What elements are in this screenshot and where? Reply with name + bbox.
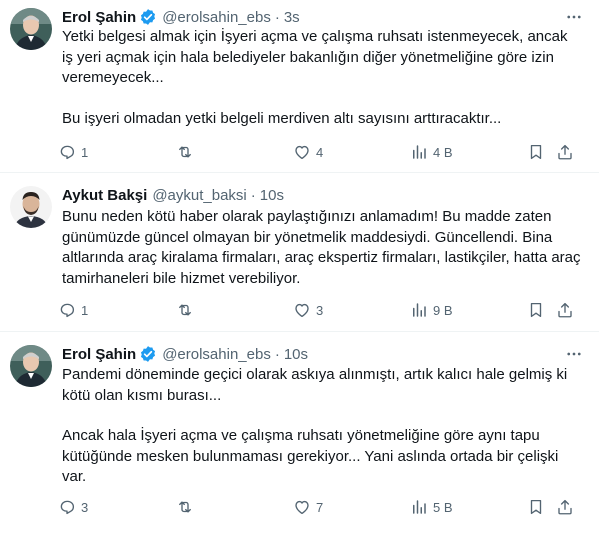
reply-button[interactable]: 1 [58, 141, 88, 163]
more-icon[interactable] [565, 345, 583, 363]
like-count: 3 [316, 302, 324, 318]
avatar-erol-sahin[interactable] [10, 345, 52, 387]
timestamp[interactable]: 10s [260, 187, 284, 204]
separator-dot: · [274, 8, 280, 26]
retweet-button[interactable] [176, 141, 199, 163]
like-button[interactable]: 7 [293, 496, 323, 518]
reply-icon [60, 303, 75, 318]
author-handle[interactable]: @aykut_baksi [152, 187, 246, 204]
avatar-aykut-baksi[interactable] [10, 186, 52, 228]
reply-button[interactable]: 1 [58, 299, 88, 321]
author-name[interactable]: Erol Şahin [62, 346, 136, 363]
verified-badge-icon [139, 345, 157, 363]
retweet-icon [179, 304, 191, 316]
tweet-1[interactable]: Erol Şahin @erolsahin_ebs · 3s Yetki bel… [0, 6, 599, 170]
tweet-divider [0, 331, 599, 332]
share-button[interactable] [556, 299, 574, 321]
author-handle[interactable]: @erolsahin_ebs [162, 346, 271, 363]
tweet-paragraph: Ancak hala İşyeri açma ve çalışma ruhsat… [62, 427, 559, 485]
retweet-icon [179, 501, 191, 513]
author-name[interactable]: Aykut Bakşi [62, 187, 147, 204]
share-button[interactable] [556, 496, 574, 518]
tweet-3[interactable]: Erol Şahin @erolsahin_ebs · 10s Pandemi … [0, 343, 599, 533]
verified-badge-icon [139, 8, 157, 26]
author-handle[interactable]: @erolsahin_ebs [162, 9, 271, 26]
bookmark-icon [530, 144, 542, 160]
author-name[interactable]: Erol Şahin [62, 9, 136, 26]
views-icon [413, 500, 426, 514]
bookmark-button[interactable] [527, 496, 545, 518]
like-count: 4 [316, 144, 324, 160]
bookmark-icon [530, 499, 542, 515]
views-icon [413, 145, 426, 159]
retweet-icon [179, 146, 191, 158]
like-button[interactable]: 3 [293, 299, 323, 321]
views-button[interactable]: 4 B [410, 141, 453, 163]
share-icon [558, 302, 572, 318]
like-count: 7 [316, 499, 324, 515]
bookmark-icon [530, 302, 542, 318]
like-icon [295, 145, 309, 160]
views-button[interactable]: 5 B [410, 496, 453, 518]
reply-button[interactable]: 3 [58, 496, 88, 518]
views-count: 9 B [433, 302, 453, 318]
tweet-paragraph: Bu işyeri olmadan yetki belgeli merdiven… [62, 109, 502, 127]
separator-dot: · [250, 186, 256, 204]
tweet-text: Yetki belgesi almak için İşyeri açma ve … [62, 27, 582, 129]
reply-icon [60, 500, 75, 515]
reply-icon [60, 145, 75, 160]
retweet-button[interactable] [176, 496, 199, 518]
timestamp[interactable]: 10s [284, 346, 308, 363]
tweet-paragraph: Pandemi döneminde geçici olarak askıya a… [62, 366, 568, 404]
like-button[interactable]: 4 [293, 141, 323, 163]
tweet-text: Pandemi döneminde geçici olarak askıya a… [62, 365, 582, 488]
bookmark-button[interactable] [527, 141, 545, 163]
action-bar: 1 4 4 B [58, 141, 584, 163]
like-icon [295, 500, 309, 515]
more-icon[interactable] [565, 8, 583, 26]
action-bar: 3 7 5 B [58, 496, 584, 518]
share-icon [558, 499, 572, 515]
tweet-divider [0, 172, 599, 173]
tweet-2[interactable]: Aykut Bakşi @aykut_baksi · 10s Bunu nede… [0, 184, 599, 334]
timestamp[interactable]: 3s [284, 9, 300, 26]
tweet-text: Bunu neden kötü haber olarak paylaştığın… [62, 207, 582, 289]
bookmark-button[interactable] [527, 299, 545, 321]
reply-count: 1 [81, 302, 89, 318]
like-icon [295, 303, 309, 318]
reply-count: 1 [81, 144, 89, 160]
views-count: 5 B [433, 499, 453, 515]
share-button[interactable] [556, 141, 574, 163]
share-icon [558, 144, 572, 160]
separator-dot: · [274, 345, 280, 363]
retweet-button[interactable] [176, 299, 199, 321]
reply-count: 3 [81, 499, 89, 515]
views-count: 4 B [433, 144, 453, 160]
tweet-paragraph: Bunu neden kötü haber olarak paylaştığın… [62, 208, 581, 287]
views-icon [413, 303, 426, 317]
tweet-paragraph: Yetki belgesi almak için İşyeri açma ve … [62, 28, 568, 86]
avatar-erol-sahin[interactable] [10, 8, 52, 50]
action-bar: 1 3 9 B [58, 299, 584, 321]
views-button[interactable]: 9 B [410, 299, 453, 321]
